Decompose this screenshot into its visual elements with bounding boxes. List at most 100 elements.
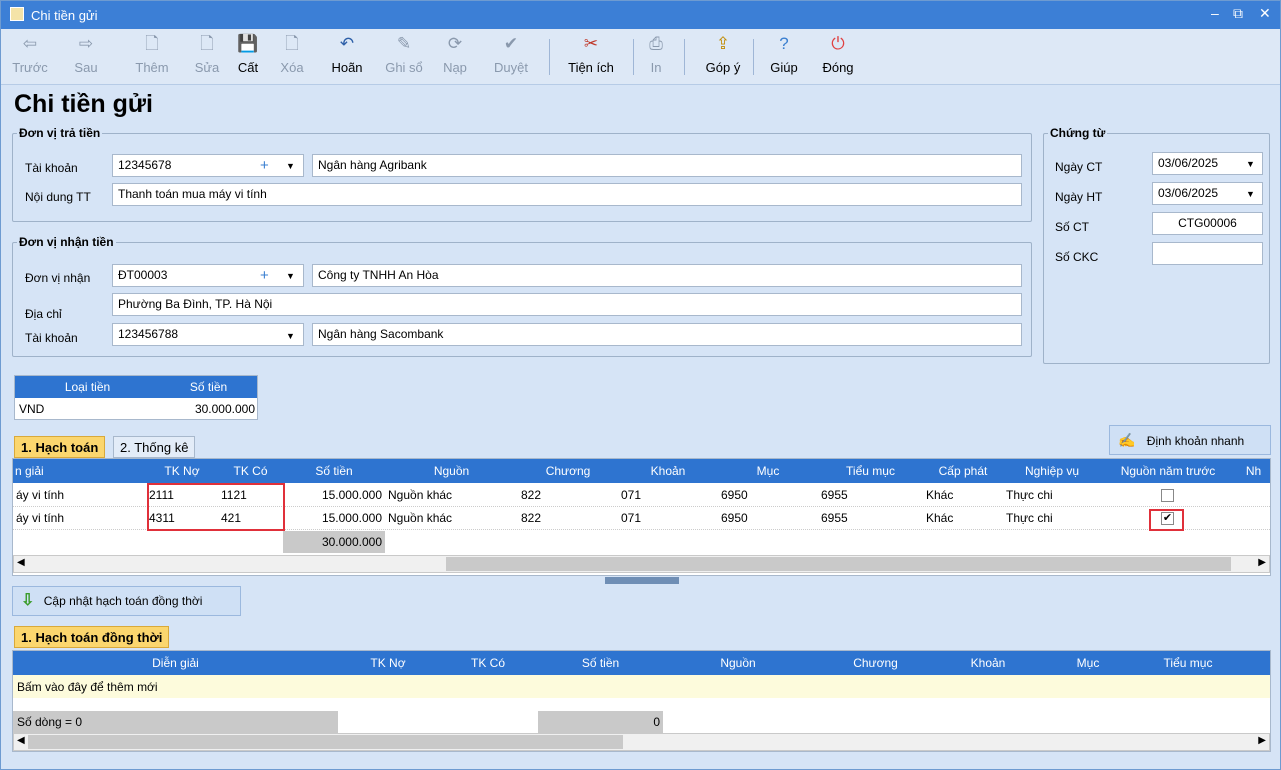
chevron-down-icon[interactable]: ▼ bbox=[286, 331, 295, 341]
printer-button[interactable]: ⎙ In bbox=[641, 33, 671, 81]
grid-cell-nguon[interactable]: Nguồn khác bbox=[388, 507, 515, 529]
toolbar: ⇦ Trước ⇨ Sau 🗋 Thêm 🗋 Sửa 💾 Cất 🗋 Xóa ↶ Hoãn ✎ Ghi sổ ⟳… bbox=[1, 29, 1280, 85]
grid-cell-muc[interactable]: 6950 bbox=[721, 484, 815, 506]
arrow-right-button[interactable]: ⇨ Sau bbox=[65, 33, 107, 81]
tab-hach-toan-dong-thoi[interactable]: 1. Hạch toán đồng thời bbox=[14, 626, 170, 648]
toolbar-label: Giúp bbox=[770, 60, 798, 75]
scroll-thumb[interactable] bbox=[28, 735, 623, 749]
payer-account-input[interactable]: 12345678 bbox=[112, 154, 304, 177]
chevron-left-icon[interactable]: ◀ bbox=[17, 735, 25, 746]
grid-cell-amount[interactable]: 15.000.000 bbox=[286, 507, 382, 529]
date-ht-value: 03/06/2025 bbox=[1158, 186, 1219, 200]
grid-cell-nguon[interactable]: Nguồn khác bbox=[388, 484, 515, 506]
grid-cell-chuong[interactable]: 822 bbox=[521, 507, 615, 529]
tools-button[interactable]: ✂ Tiện ích bbox=[556, 33, 626, 81]
pencil-button[interactable]: ✎ Ghi sổ bbox=[380, 33, 428, 81]
grid-header-cell[interactable]: n giải bbox=[15, 460, 144, 482]
receiver-account-input[interactable]: 123456788 bbox=[112, 323, 304, 346]
title-bar: Chi tiền gửi – ⧉ ✕ bbox=[1, 1, 1280, 29]
arrow-left-button[interactable]: ⇦ Trước bbox=[9, 33, 51, 81]
content-input[interactable]: Thanh toán mua máy vi tính bbox=[112, 183, 1022, 206]
grid-header-cell[interactable]: TK Có bbox=[220, 460, 281, 482]
chevron-left-icon[interactable]: ◀ bbox=[17, 557, 25, 568]
sub-grid-header-cell[interactable]: Chương bbox=[815, 652, 936, 674]
payer-bank-value: Ngân hàng Agribank bbox=[318, 158, 427, 172]
help-button[interactable]: ? Giúp bbox=[764, 33, 804, 81]
save-icon: 💾 bbox=[237, 34, 259, 53]
save-button[interactable]: 💾 Cất bbox=[233, 33, 263, 81]
chevron-right-icon[interactable]: ▶ bbox=[1258, 557, 1266, 568]
chevron-down-icon[interactable]: ▼ bbox=[1246, 189, 1255, 199]
sub-grid-header-cell[interactable]: Số tiền bbox=[540, 652, 661, 674]
sub-grid-header-cell[interactable]: Mục bbox=[1040, 652, 1136, 674]
grid-cell-muc[interactable]: 6950 bbox=[721, 507, 815, 529]
edit-document-button[interactable]: 🗋 Sửa bbox=[191, 33, 223, 81]
grid-cell-chuong[interactable]: 822 bbox=[521, 484, 615, 506]
grid-cell-amount[interactable]: 15.000.000 bbox=[286, 484, 382, 506]
restore-button[interactable]: ⧉ bbox=[1233, 5, 1243, 22]
receiver-unit-input[interactable]: ĐT00003 bbox=[112, 264, 304, 287]
add-icon[interactable]: + bbox=[260, 157, 269, 174]
chevron-down-icon[interactable]: ▼ bbox=[1246, 159, 1255, 169]
add-new-row[interactable] bbox=[13, 675, 1270, 698]
horizontal-scrollbar[interactable]: ◀ ▶ bbox=[13, 555, 1270, 573]
prior-year-checkbox[interactable] bbox=[1161, 489, 1174, 502]
splitter-handle[interactable] bbox=[605, 577, 679, 584]
grid-cell-desc[interactable]: áy vi tính bbox=[16, 507, 143, 529]
grid-cell-tieu-muc[interactable]: 6955 bbox=[821, 507, 920, 529]
grid-cell-nghiep-vu[interactable]: Thực chi bbox=[1006, 484, 1098, 506]
grid-header-cell[interactable]: Nguồn bbox=[387, 460, 516, 482]
minimize-button[interactable]: – bbox=[1211, 5, 1219, 21]
grid-header-cell[interactable]: Chương bbox=[520, 460, 616, 482]
sub-grid-header-cell[interactable]: Khoản bbox=[940, 652, 1036, 674]
sub-grid-header-cell[interactable]: TK Có bbox=[440, 652, 536, 674]
grid-cell-cap-phat[interactable]: Khác bbox=[926, 507, 1000, 529]
grid-header-cell[interactable]: Khoản bbox=[620, 460, 716, 482]
receiver-bank-name[interactable]: Ngân hàng Sacombank bbox=[312, 323, 1022, 346]
quick-entry-button[interactable]: ✍ Định khoản nhanh bbox=[1109, 425, 1271, 455]
grid-cell-khoan[interactable]: 071 bbox=[621, 484, 715, 506]
sub-grid-header-cell[interactable]: Nguồn bbox=[665, 652, 811, 674]
add-icon[interactable]: + bbox=[260, 267, 269, 284]
address-input[interactable]: Phường Ba Đình, TP. Hà Nội bbox=[112, 293, 1022, 316]
sub-horizontal-scrollbar[interactable]: ◀ ▶ bbox=[13, 733, 1270, 751]
grid-header-cell[interactable]: Cấp phát bbox=[925, 460, 1001, 482]
chevron-down-icon[interactable]: ▼ bbox=[286, 271, 295, 281]
so-ckc-input[interactable] bbox=[1152, 242, 1263, 265]
update-concurrent-button[interactable]: ⇩ Cập nhật hạch toán đồng thời bbox=[12, 586, 241, 616]
grid-header-cell[interactable]: TK Nợ bbox=[148, 460, 216, 482]
currency-type-cell[interactable]: VND bbox=[19, 398, 44, 420]
undo-button[interactable]: ↶ Hoãn bbox=[325, 33, 369, 81]
receiver-unit-name[interactable]: Công ty TNHH An Hòa bbox=[312, 264, 1022, 287]
power-button[interactable]: ⏻ Đóng bbox=[816, 33, 860, 81]
refresh-button[interactable]: ⟳ Nạp bbox=[438, 33, 472, 81]
grid-cell-tieu-muc[interactable]: 6955 bbox=[821, 484, 920, 506]
add-document-button[interactable]: 🗋 Thêm bbox=[131, 33, 173, 81]
delete-document-button[interactable]: 🗋 Xóa bbox=[277, 33, 307, 81]
grid-header-cell[interactable]: Mục bbox=[720, 460, 816, 482]
sub-grid-header-cell[interactable]: TK Nợ bbox=[340, 652, 436, 674]
close-button[interactable]: ✕ bbox=[1259, 5, 1271, 22]
grid-header-cell[interactable]: Tiểu mục bbox=[820, 460, 921, 482]
feedback-button[interactable]: ⇪ Góp ý bbox=[698, 33, 748, 81]
payer-bank-name[interactable]: Ngân hàng Agribank bbox=[312, 154, 1022, 177]
currency-amount-cell[interactable]: 30.000.000 bbox=[160, 398, 255, 420]
grid-cell-desc[interactable]: áy vi tính bbox=[16, 484, 143, 506]
so-ct-input[interactable]: CTG00006 bbox=[1152, 212, 1263, 235]
scroll-thumb[interactable] bbox=[446, 557, 1231, 571]
grid-header-cell[interactable]: Nguồn năm trước bbox=[1103, 460, 1233, 482]
grid-cell-nghiep-vu[interactable]: Thực chi bbox=[1006, 507, 1098, 529]
sub-grid-header-cell[interactable]: Diễn giải bbox=[15, 652, 336, 674]
chevron-down-icon[interactable]: ▼ bbox=[286, 161, 295, 171]
grid-header-cell[interactable]: Nh bbox=[1237, 460, 1270, 482]
chevron-right-icon[interactable]: ▶ bbox=[1258, 735, 1266, 746]
check-button[interactable]: ✔ Duyệt bbox=[488, 33, 534, 81]
tab-hach-toan[interactable]: 1. Hạch toán bbox=[14, 436, 106, 458]
sub-grid-header-cell[interactable]: Tiểu mục bbox=[1140, 652, 1236, 674]
add-new-label[interactable]: Bấm vào đây để thêm mới bbox=[17, 676, 158, 698]
tab-thong-ke[interactable]: 2. Thống kê bbox=[113, 436, 196, 458]
grid-cell-khoan[interactable]: 071 bbox=[621, 507, 715, 529]
grid-header-cell[interactable]: Nghiệp vụ bbox=[1005, 460, 1099, 482]
grid-cell-cap-phat[interactable]: Khác bbox=[926, 484, 1000, 506]
grid-header-cell[interactable]: Số tiền bbox=[285, 460, 383, 482]
